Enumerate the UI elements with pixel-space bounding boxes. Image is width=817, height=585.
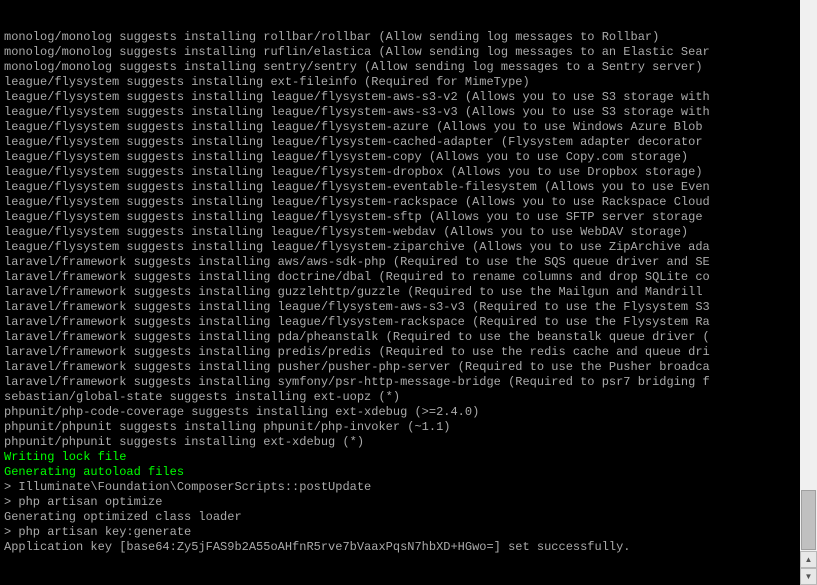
terminal-line: laravel/framework suggests installing pr… <box>4 345 804 360</box>
terminal-line: laravel/framework suggests installing le… <box>4 300 804 315</box>
terminal-line: league/flysystem suggests installing ext… <box>4 75 804 90</box>
terminal-line: > php artisan optimize <box>4 495 804 510</box>
terminal-line: league/flysystem suggests installing lea… <box>4 105 804 120</box>
terminal-line: > php artisan key:generate <box>4 525 804 540</box>
terminal-line: monolog/monolog suggests installing roll… <box>4 30 804 45</box>
terminal-line: Application key [base64:Zy5jFAS9b2A55oAH… <box>4 540 804 555</box>
scrollbar-thumb[interactable] <box>801 490 816 550</box>
terminal-line: phpunit/php-code-coverage suggests insta… <box>4 405 804 420</box>
terminal-line: laravel/framework suggests installing pu… <box>4 360 804 375</box>
terminal-line: Writing lock file <box>4 450 804 465</box>
terminal-line: monolog/monolog suggests installing sent… <box>4 60 804 75</box>
terminal-line: monolog/monolog suggests installing rufl… <box>4 45 804 60</box>
terminal-line: laravel/framework suggests installing pd… <box>4 330 804 345</box>
terminal-line: Generating optimized class loader <box>4 510 804 525</box>
terminal-line: laravel/framework suggests installing aw… <box>4 255 804 270</box>
terminal-line: league/flysystem suggests installing lea… <box>4 195 804 210</box>
terminal-line: phpunit/phpunit suggests installing phpu… <box>4 420 804 435</box>
terminal-line: laravel/framework suggests installing gu… <box>4 285 804 300</box>
terminal-line: league/flysystem suggests installing lea… <box>4 120 804 135</box>
vertical-scrollbar[interactable]: ▲ ▼ <box>800 0 817 585</box>
terminal-line: Generating autoload files <box>4 465 804 480</box>
terminal-line: league/flysystem suggests installing lea… <box>4 210 804 225</box>
terminal-line: league/flysystem suggests installing lea… <box>4 90 804 105</box>
terminal-line: league/flysystem suggests installing lea… <box>4 240 804 255</box>
terminal-line: league/flysystem suggests installing lea… <box>4 180 804 195</box>
terminal-line: > Illuminate\Foundation\ComposerScripts:… <box>4 480 804 495</box>
terminal-line: league/flysystem suggests installing lea… <box>4 150 804 165</box>
terminal-line: league/flysystem suggests installing lea… <box>4 135 804 150</box>
terminal-line: sebastian/global-state suggests installi… <box>4 390 804 405</box>
scroll-down-button[interactable]: ▼ <box>800 568 817 585</box>
terminal-line: phpunit/phpunit suggests installing ext-… <box>4 435 804 450</box>
terminal-line: laravel/framework suggests installing sy… <box>4 375 804 390</box>
terminal-output[interactable]: monolog/monolog suggests installing roll… <box>0 0 804 585</box>
chevron-down-icon: ▼ <box>805 572 813 581</box>
scroll-up-button[interactable]: ▲ <box>800 551 817 568</box>
terminal-line: laravel/framework suggests installing le… <box>4 315 804 330</box>
terminal-line: laravel/framework suggests installing do… <box>4 270 804 285</box>
chevron-up-icon: ▲ <box>805 555 813 564</box>
terminal-line: league/flysystem suggests installing lea… <box>4 225 804 240</box>
terminal-line: league/flysystem suggests installing lea… <box>4 165 804 180</box>
